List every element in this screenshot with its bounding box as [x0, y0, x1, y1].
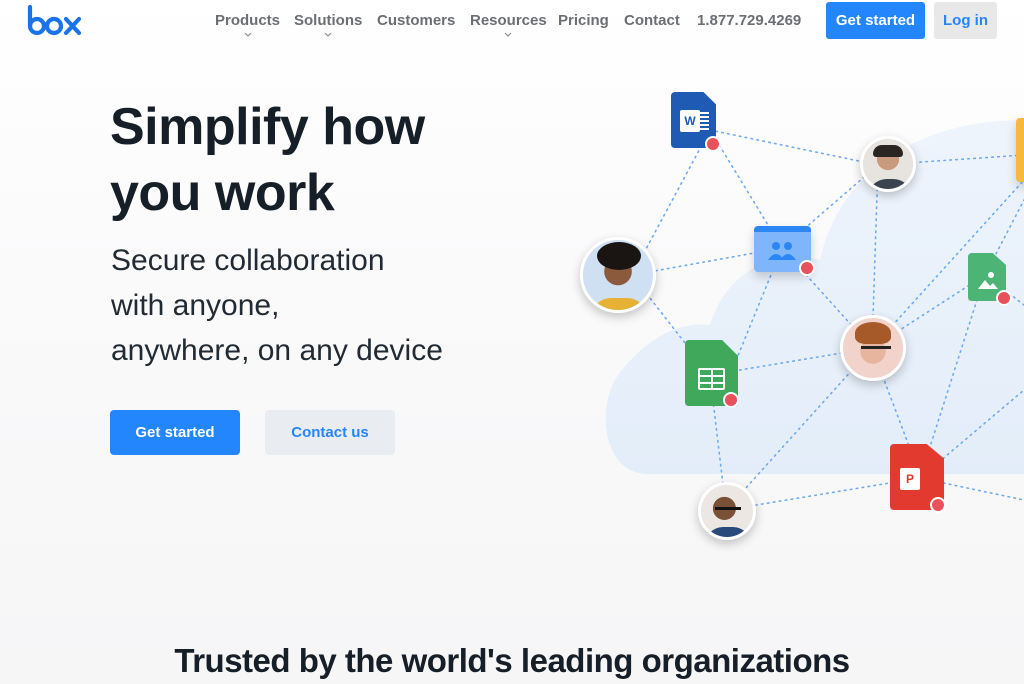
avatar-person-2	[580, 237, 656, 313]
lock-icon	[996, 290, 1012, 306]
nav-resources-label: Resources	[470, 12, 547, 29]
hero-subtitle-line-3: anywhere, on any device	[111, 334, 443, 367]
hero-subtitle-line-1: Secure collaboration	[111, 244, 385, 277]
nav-customers-label: Customers	[377, 12, 456, 29]
word-lines	[699, 112, 709, 130]
nav-products[interactable]: Products	[215, 12, 281, 37]
chevron-down-icon	[324, 32, 332, 37]
hero-title-line-2: you work	[110, 164, 335, 222]
powerpoint-letter: P	[900, 468, 920, 490]
note-file-icon	[1016, 118, 1024, 182]
box-logo[interactable]	[26, 4, 84, 38]
chevron-down-icon	[504, 32, 512, 37]
nav-products-label: Products	[215, 12, 281, 29]
nav-resources[interactable]: Resources	[470, 12, 547, 37]
nav-pricing[interactable]: Pricing	[558, 12, 609, 29]
phone-number[interactable]: 1.877.729.4269	[697, 12, 801, 29]
glasses	[715, 507, 741, 510]
hair	[855, 322, 891, 344]
header-get-started-button[interactable]: Get started	[826, 2, 925, 39]
site-header: Products Solutions Customers Resources P…	[0, 0, 1024, 44]
avatar-person-4	[698, 482, 756, 540]
lock-icon	[705, 136, 721, 152]
lock-icon	[930, 497, 946, 513]
word-letter: W	[680, 110, 700, 132]
lock-icon	[723, 392, 739, 408]
cloud-shape	[605, 120, 1024, 474]
hero-get-started-button[interactable]: Get started	[110, 410, 240, 455]
chevron-down-icon	[244, 32, 251, 37]
hero-title-line-1: Simplify how	[110, 98, 425, 156]
nav-pricing-label: Pricing	[558, 12, 609, 29]
nav-contact[interactable]: Contact	[624, 12, 680, 29]
login-button[interactable]: Log in	[934, 2, 997, 39]
avatar-person-1	[860, 136, 916, 192]
nav-customers[interactable]: Customers	[377, 12, 455, 29]
hero-subtitle: Secure collaboration with anyone, anywhe…	[111, 238, 531, 373]
hair	[597, 242, 641, 270]
hair	[873, 145, 903, 157]
trusted-heading: Trusted by the world's leading organizat…	[174, 642, 850, 679]
nav-contact-label: Contact	[624, 12, 680, 29]
avatar-person-3	[840, 315, 906, 381]
hero-title: Simplify how you work	[110, 94, 530, 226]
grid-glyph	[698, 368, 725, 390]
hero-subtitle-line-2: with anyone,	[111, 289, 280, 322]
nav-solutions[interactable]: Solutions	[294, 12, 363, 37]
lock-icon	[799, 260, 815, 276]
collaboration-illustration: W P	[560, 60, 1024, 560]
glasses	[861, 346, 891, 349]
nav-solutions-label: Solutions	[294, 12, 363, 29]
contact-us-button[interactable]: Contact us	[265, 410, 395, 455]
